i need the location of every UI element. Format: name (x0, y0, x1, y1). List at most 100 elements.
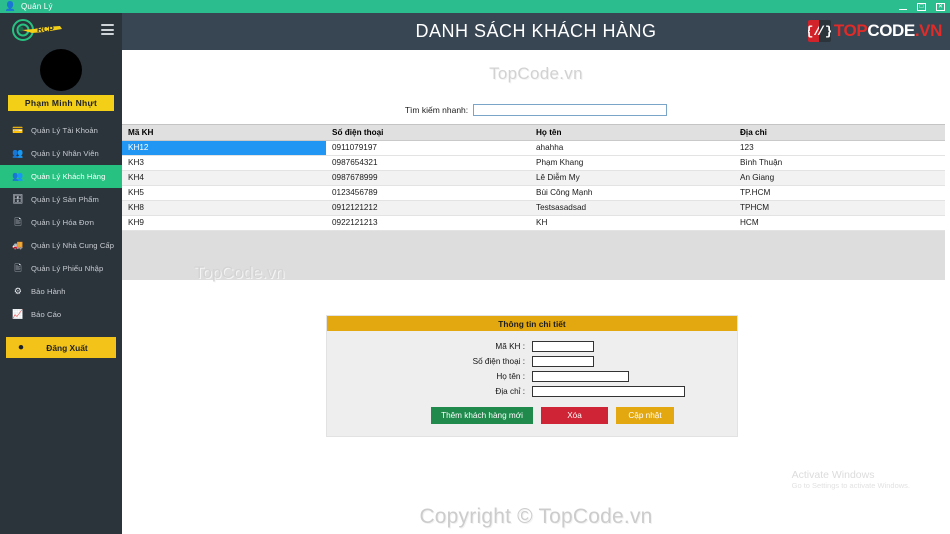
table-header-row: Mã KH Số điện thoại Họ tên Địa chỉ (122, 125, 945, 141)
sidebar-item-label: Quản Lý Nhà Cung Cấp (31, 241, 115, 250)
table-row[interactable]: KH3 0987654321 Phạm Khang Bình Thuận (122, 155, 945, 171)
sidebar-item-phieu-nhap[interactable]: 🖹 Quản Lý Phiếu Nhập (0, 257, 122, 280)
cell-so-dien-thoai: 0123456789 (326, 185, 530, 201)
maximize-button[interactable]: □ (912, 0, 931, 13)
sidebar-item-tai-khoan[interactable]: 💳 Quản Lý Tài Khoản (0, 119, 122, 142)
copyright-watermark: Copyright © TopCode.vn (419, 505, 653, 528)
cell-ma-kh: KH4 (122, 170, 326, 186)
cell-ma-kh: KH9 (122, 215, 326, 231)
box-icon: 🗄 (12, 194, 24, 204)
cell-dia-chi: Bình Thuận (734, 155, 945, 171)
customer-table: Mã KH Số điện thoại Họ tên Địa chỉ KH12 … (122, 125, 945, 231)
ho-ten-field[interactable] (532, 371, 629, 382)
windows-activation-watermark: Activate Windows Go to Settings to activ… (792, 469, 910, 491)
shield-icon: ⚙ (13, 286, 23, 296)
cell-ho-ten: ahahha (530, 140, 734, 156)
table-row[interactable]: KH4 0987678999 Lê Diễm My An Giang (122, 170, 945, 186)
label-ma-kh: Mã KH : (495, 342, 525, 351)
chart-icon: 📈 (12, 309, 24, 319)
cell-dia-chi: TPHCM (734, 200, 945, 216)
cell-ho-ten: Phạm Khang (530, 155, 734, 171)
column-header-dia-chi[interactable]: Địa chỉ (734, 125, 945, 141)
person-icon: 👤 (4, 1, 17, 11)
label-so-dien-thoai: Số điện thoại : (472, 357, 525, 366)
sidebar-item-label: Quản Lý Sản Phẩm (31, 195, 99, 204)
search-input[interactable] (473, 104, 668, 116)
avatar[interactable] (40, 49, 82, 91)
update-button[interactable]: Cập nhật (616, 407, 674, 424)
sidebar-item-label: Quản Lý Khách Hàng (31, 172, 106, 181)
page-title: DANH SÁCH KHÁCH HÀNG (415, 21, 657, 41)
svg-text:RCP: RCP (37, 25, 55, 34)
ma-kh-field[interactable] (532, 341, 594, 352)
window-titlebar: 👤 Quản Lý □ ✕ (0, 0, 950, 13)
cell-so-dien-thoai: 0922121213 (326, 215, 530, 231)
hamburger-icon[interactable] (101, 24, 114, 35)
sidebar-menu: 💳 Quản Lý Tài Khoản 👥 Quản Lý Nhân Viên … (0, 119, 122, 326)
sidebar-item-label: Quản Lý Nhân Viên (31, 149, 99, 158)
bracket-right: /} (817, 20, 831, 42)
cell-ma-kh: KH5 (122, 185, 326, 201)
document-icon: 🖹 (14, 262, 22, 273)
customer-table-container[interactable]: Mã KH Số điện thoại Họ tên Địa chỉ KH12 … (122, 124, 945, 280)
users-icon: 👥 (12, 148, 24, 158)
brand-part-top: TOP (833, 21, 868, 40)
column-header-so-dien-thoai[interactable]: Số điện thoại (326, 125, 530, 141)
sidebar-item-label: Quản Lý Hóa Đơn (31, 218, 95, 227)
sidebar-item-bao-cao[interactable]: 📈 Báo Cáo (0, 303, 122, 326)
delete-button[interactable]: Xóa (541, 407, 608, 424)
maximize-icon: □ (917, 2, 926, 11)
table-row[interactable]: KH12 0911079197 ahahha 123 (122, 140, 945, 156)
sidebar-item-san-pham[interactable]: 🗄 Quản Lý Sản Phẩm (0, 188, 122, 211)
activate-subtitle: Go to Settings to activate Windows. (791, 481, 910, 490)
sidebar-header: RCP (0, 13, 122, 46)
cell-dia-chi: 123 (734, 140, 945, 156)
brackets-icon: {/ /} (807, 20, 831, 42)
sidebar-item-nha-cung-cap[interactable]: 🚚 Quản Lý Nhà Cung Cấp (0, 234, 122, 257)
column-header-ma-kh[interactable]: Mã KH (122, 125, 326, 141)
sidebar-item-hoa-don[interactable]: 🖹 Quản Lý Hóa Đơn (0, 211, 122, 234)
sidebar-item-khach-hang[interactable]: 👥 Quản Lý Khách Hàng (0, 165, 122, 188)
column-header-ho-ten[interactable]: Họ tên (530, 125, 734, 141)
table-row[interactable]: KH5 0123456789 Bùi Công Mạnh TP.HCM (122, 185, 945, 201)
cell-so-dien-thoai: 0912121212 (326, 200, 530, 216)
sidebar-item-bao-hanh[interactable]: ⚙ Bảo Hành (0, 280, 122, 303)
power-icon: ⏺ (18, 342, 24, 352)
window-title: Quản Lý (21, 2, 53, 11)
detail-panel-title: Thông tin chi tiết (327, 316, 737, 331)
app-logo-icon[interactable]: RCP (10, 18, 72, 42)
cell-ma-kh: KH8 (122, 200, 326, 216)
logout-label: Đăng Xuất (46, 342, 88, 353)
sidebar-item-label: Quản Lý Tài Khoản (31, 126, 98, 135)
window-controls: □ ✕ (893, 0, 950, 13)
truck-icon: 🚚 (12, 240, 24, 250)
topcode-logo: {/ /} TOPCODE.VN (807, 19, 943, 43)
add-customer-button[interactable]: Thêm khách hàng mới (431, 407, 533, 424)
logout-button[interactable]: ⏺ Đăng Xuất (6, 337, 116, 358)
detail-button-row: Thêm khách hàng mới Xóa Cập nhật (431, 407, 737, 424)
cell-ho-ten: Bùi Công Mạnh (530, 185, 734, 201)
field-row-so-dien-thoai: Số điện thoại : (327, 356, 737, 367)
cell-so-dien-thoai: 0987678999 (326, 170, 530, 186)
cell-so-dien-thoai: 0987654321 (326, 155, 530, 171)
dia-chi-field[interactable] (532, 386, 685, 397)
sidebar-item-nhan-vien[interactable]: 👥 Quản Lý Nhân Viên (0, 142, 122, 165)
minimize-icon (898, 4, 907, 10)
table-row[interactable]: KH8 0912121212 Testsasadsad TPHCM (122, 200, 945, 216)
search-bar: Tìm kiếm nhanh: (122, 104, 950, 116)
table-row[interactable]: KH9 0922121213 KH HCM (122, 215, 945, 231)
watermark-top: TopCode.vn (489, 64, 583, 83)
id-card-icon: 💳 (12, 125, 24, 135)
label-dia-chi: Địa chỉ : (495, 387, 525, 396)
so-dien-thoai-field[interactable] (532, 356, 594, 367)
avatar-container (0, 46, 122, 94)
minimize-button[interactable] (893, 0, 912, 13)
users-icon: 👥 (12, 171, 24, 181)
cell-dia-chi: HCM (734, 215, 945, 231)
application-window: 👤 Quản Lý □ ✕ RCP Phạm Minh Nhựt 💳 Quản … (0, 0, 950, 534)
close-icon: ✕ (936, 2, 945, 11)
sidebar-item-label: Báo Cáo (31, 310, 62, 319)
close-button[interactable]: ✕ (931, 0, 950, 13)
field-row-dia-chi: Địa chỉ : (327, 386, 737, 397)
brand-part-vn: .VN (914, 21, 943, 40)
